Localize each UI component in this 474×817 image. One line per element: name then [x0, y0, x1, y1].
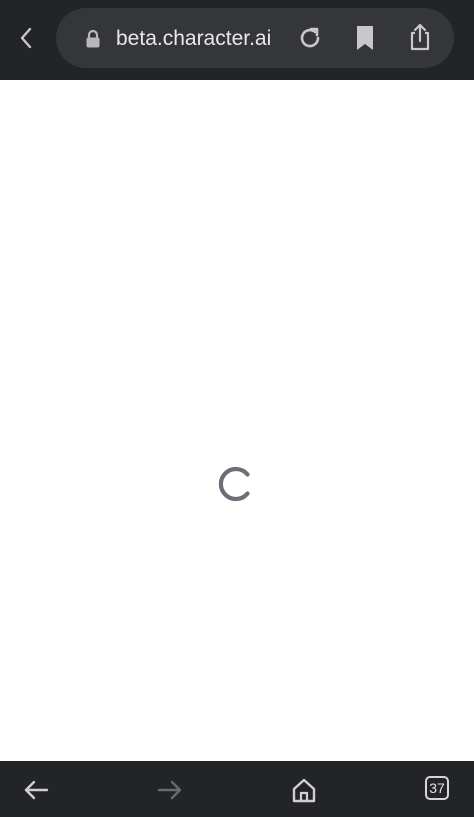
- nav-forward-button[interactable]: [154, 774, 186, 806]
- share-button[interactable]: [406, 22, 434, 52]
- bookmark-button[interactable]: [353, 24, 377, 52]
- reload-button[interactable]: [296, 24, 324, 52]
- page-content: [0, 80, 474, 761]
- spinner-icon: [218, 466, 250, 502]
- arrow-left-icon: [24, 780, 49, 800]
- nav-back-button[interactable]: [20, 774, 52, 806]
- browser-back-button[interactable]: [10, 22, 42, 54]
- home-button[interactable]: [288, 774, 320, 806]
- share-icon: [410, 23, 430, 51]
- url-text[interactable]: beta.character.ai: [116, 26, 271, 52]
- lock-icon: [84, 28, 102, 50]
- arrow-right-icon: [157, 780, 182, 800]
- chevron-left-icon: [20, 27, 32, 49]
- browser-bottom-bar: [0, 761, 474, 817]
- tabs-button[interactable]: 37: [425, 776, 449, 800]
- bookmark-icon: [357, 26, 373, 50]
- home-icon: [292, 778, 316, 803]
- reload-icon: [300, 27, 320, 48]
- loading-spinner: [214, 463, 256, 505]
- tab-count-label: 37: [429, 780, 445, 796]
